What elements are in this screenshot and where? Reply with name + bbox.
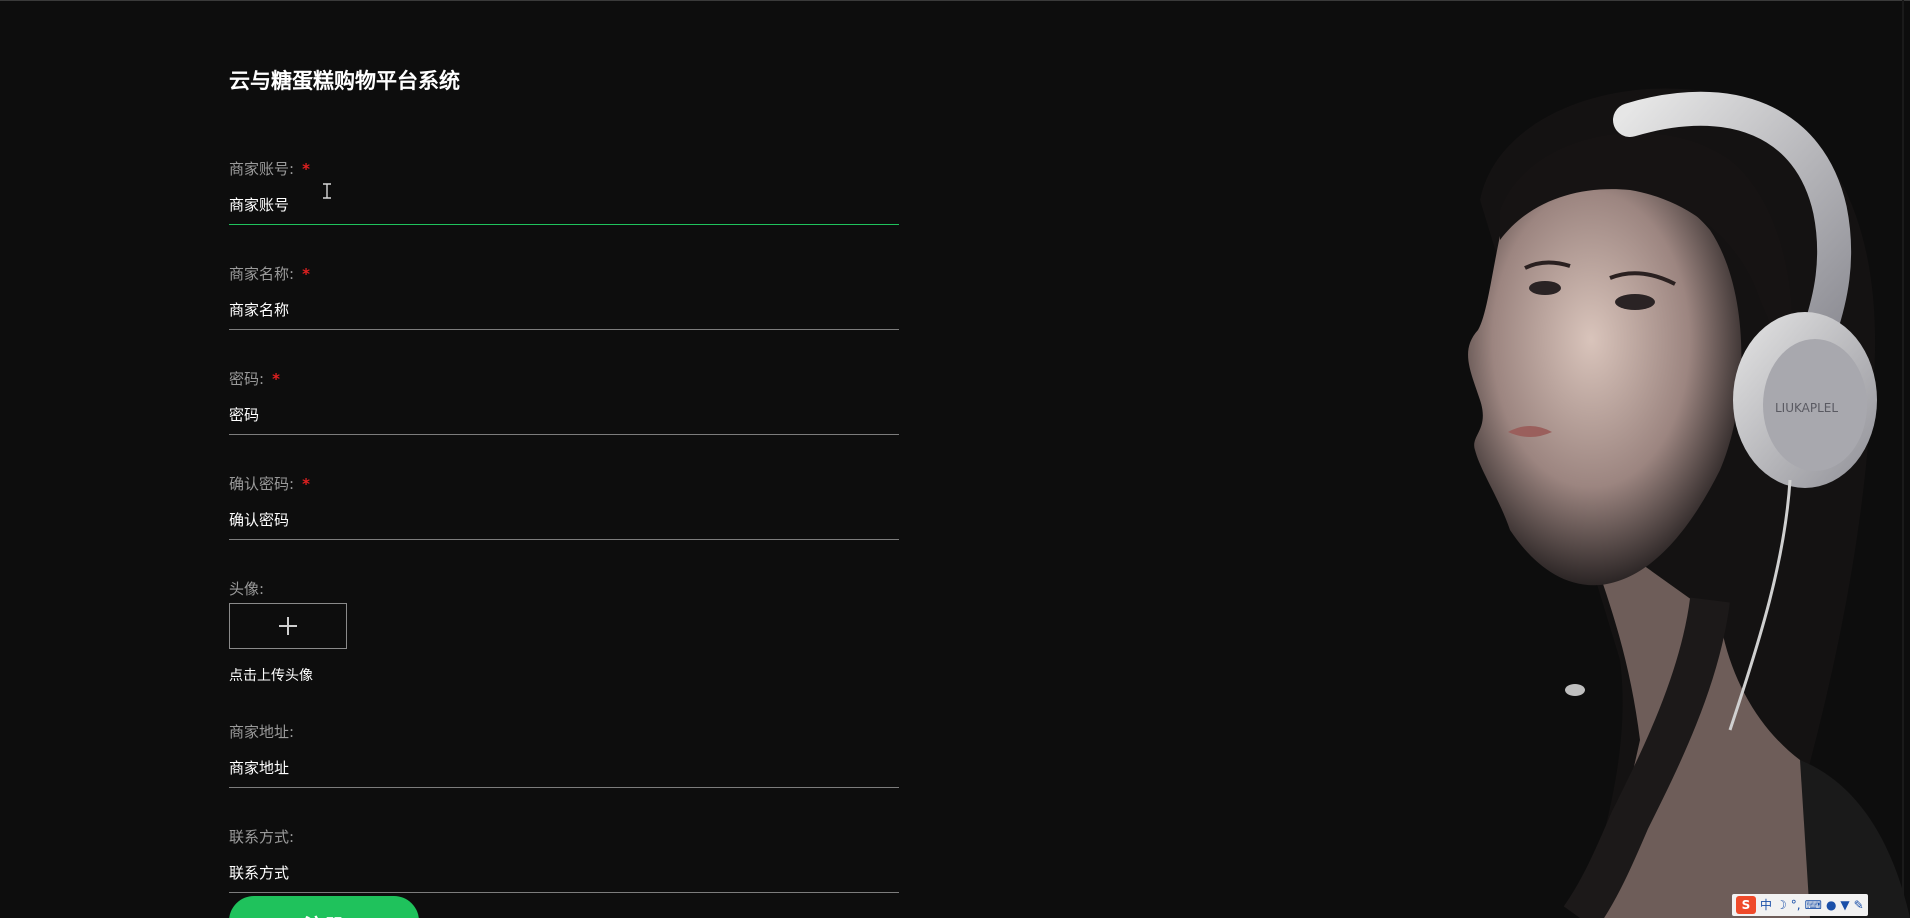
merchant-name-label: 商家名称: * [229, 264, 899, 284]
page-title: 云与糖蛋糕购物平台系统 [229, 69, 460, 93]
required-mark: * [302, 160, 310, 178]
merchant-address-label: 商家地址: [229, 723, 295, 741]
merchant-name-input[interactable] [229, 284, 899, 330]
confirm-password-label-text: 确认密码: [229, 475, 295, 493]
register-button[interactable]: 注册 [229, 896, 419, 918]
field-avatar: 头像: 点击上传头像 [229, 579, 899, 685]
avatar-label: 头像: [229, 580, 265, 598]
confirm-password-label: 确认密码: * [229, 474, 899, 494]
page: 云与糖蛋糕购物平台系统 商家账号: * 商家名称: * 密码: * 确认密码: * [0, 0, 1910, 918]
avatar-upload-hint: 点击上传头像 [229, 668, 313, 684]
system-tray: S 中 ☽ °, ⌨ ● ▼ ✎ [1732, 894, 1868, 916]
avatar-upload-button[interactable] [229, 603, 347, 649]
field-contact: 联系方式: [229, 827, 899, 893]
required-mark: * [302, 265, 310, 283]
punctuation-icon[interactable]: °, [1791, 896, 1801, 914]
merchant-account-label: 商家账号: * [229, 159, 899, 179]
scrollbar[interactable] [1902, 0, 1904, 918]
field-merchant-name: 商家名称: * [229, 264, 899, 330]
password-label: 密码: * [229, 369, 899, 389]
password-input[interactable] [229, 389, 899, 435]
merchant-name-label-text: 商家名称: [229, 265, 295, 283]
field-confirm-password: 确认密码: * [229, 474, 899, 540]
portrait-image: LIUKAPLEL [1330, 40, 1910, 918]
ime-mode-indicator[interactable]: 中 [1760, 896, 1772, 914]
user-icon[interactable]: ● [1826, 896, 1836, 914]
plus-icon [279, 617, 297, 635]
field-merchant-address: 商家地址: [229, 722, 899, 788]
keyboard-icon[interactable]: ⌨ [1805, 896, 1822, 914]
password-label-text: 密码: [229, 370, 265, 388]
shirt-icon[interactable]: ▼ [1840, 896, 1849, 914]
sogou-ime-icon[interactable]: S [1736, 896, 1756, 914]
text-cursor-icon [323, 183, 331, 199]
moon-icon[interactable]: ☽ [1776, 896, 1787, 914]
merchant-address-input[interactable] [229, 742, 899, 788]
contact-input[interactable] [229, 847, 899, 893]
merchant-account-label-text: 商家账号: [229, 160, 295, 178]
confirm-password-input[interactable] [229, 494, 899, 540]
top-border [0, 0, 1910, 1]
contact-label: 联系方式: [229, 828, 295, 846]
settings-icon[interactable]: ✎ [1854, 896, 1864, 914]
field-password: 密码: * [229, 369, 899, 435]
required-mark: * [272, 370, 280, 388]
required-mark: * [302, 475, 310, 493]
